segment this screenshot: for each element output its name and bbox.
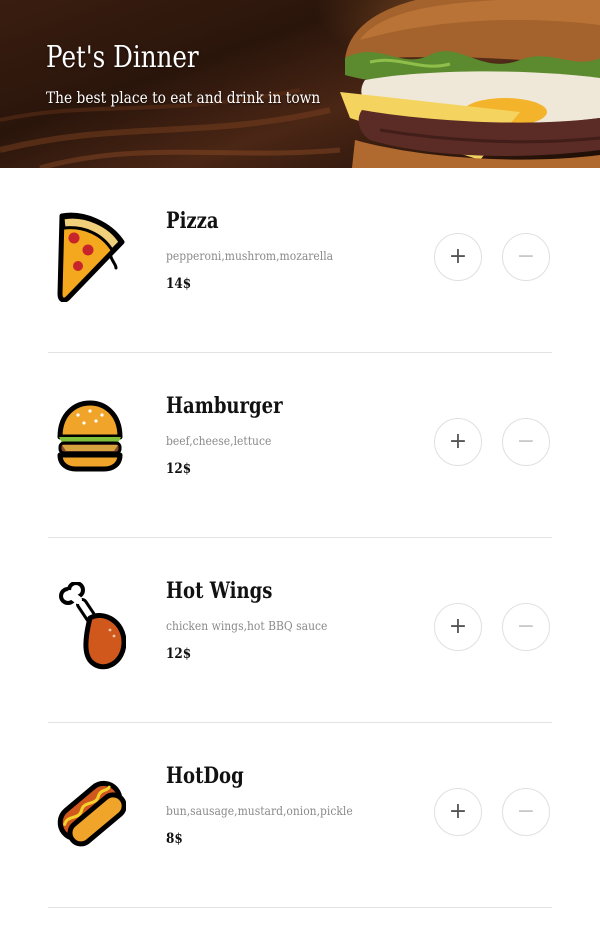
hamburger-icon: [57, 400, 123, 472]
menu-item-hamburger: Hamburger beef,cheese,lettuce 12$ + −: [48, 353, 552, 538]
remove-hamburger-button[interactable]: −: [502, 418, 550, 466]
item-description: bun,sausage,mustard,onion,pickle: [166, 803, 353, 818]
item-description: pepperoni,mushrom,mozarella: [166, 248, 334, 263]
menu-item-pizza: Pizza pepperoni,mushrom,mozarella 14$ + …: [48, 168, 552, 353]
item-price: 14$: [166, 276, 192, 292]
item-description: chicken wings,hot BBQ sauce: [166, 618, 328, 633]
hotdog-icon: [57, 780, 126, 847]
chicken-leg-icon: [59, 582, 126, 670]
item-price: 8$: [166, 831, 183, 847]
item-price: 12$: [166, 646, 192, 662]
menu-item-hotdog: HotDog bun,sausage,mustard,onion,pickle …: [48, 723, 552, 908]
hero-banner: Pet's Dinner The best place to eat and d…: [0, 0, 600, 168]
item-name: HotDog: [166, 763, 244, 789]
remove-hot-wings-button[interactable]: −: [502, 603, 550, 651]
burger-photo: [0, 0, 600, 168]
item-name: Hamburger: [166, 393, 283, 419]
restaurant-title: Pet's Dinner: [46, 40, 199, 75]
item-name: Pizza: [166, 208, 219, 234]
pizza-icon: [57, 212, 125, 302]
add-pizza-button[interactable]: +: [434, 233, 482, 281]
add-hotdog-button[interactable]: +: [434, 788, 482, 836]
remove-pizza-button[interactable]: −: [502, 233, 550, 281]
add-hot-wings-button[interactable]: +: [434, 603, 482, 651]
menu-list: Pizza pepperoni,mushrom,mozarella 14$ + …: [48, 168, 552, 908]
menu-item-hot-wings: Hot Wings chicken wings,hot BBQ sauce 12…: [48, 538, 552, 723]
item-price: 12$: [166, 461, 192, 477]
add-hamburger-button[interactable]: +: [434, 418, 482, 466]
remove-hotdog-button[interactable]: −: [502, 788, 550, 836]
item-description: beef,cheese,lettuce: [166, 433, 272, 448]
item-name: Hot Wings: [166, 578, 273, 604]
restaurant-tagline: The best place to eat and drink in town: [46, 88, 321, 107]
